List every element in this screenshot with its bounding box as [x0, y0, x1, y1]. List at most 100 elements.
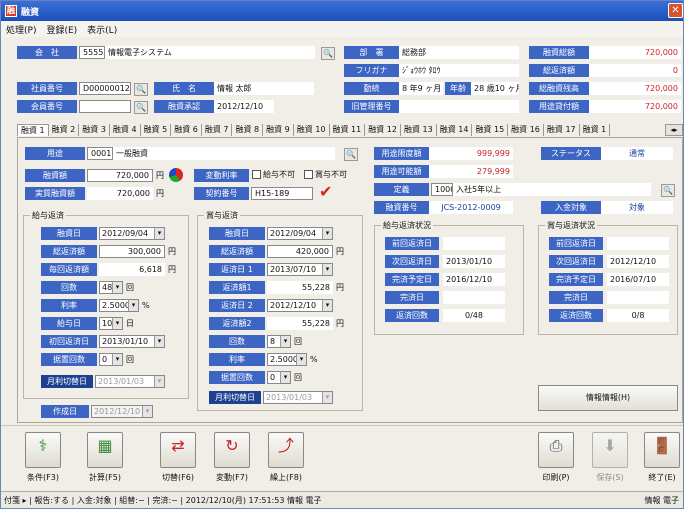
rule-name: 入社5年以上: [453, 183, 651, 196]
salary-each-unit: 円: [168, 265, 176, 274]
company-code-field[interactable]: 5555: [79, 46, 105, 59]
member-number-field[interactable]: [79, 100, 131, 113]
name-value: 情報 太郎: [214, 82, 314, 95]
chevron-down-icon: ▾: [154, 336, 164, 347]
exit-button[interactable]: 🚪: [644, 432, 680, 468]
info-button[interactable]: 情報情報(H): [538, 385, 678, 411]
tab-loan-8[interactable]: 融資 8: [232, 124, 264, 136]
salary-first-date-select[interactable]: 2013/01/10 ▾: [99, 335, 165, 348]
tab-loan-6[interactable]: 融資 6: [171, 124, 202, 136]
chevron-down-icon: ▾: [128, 300, 138, 311]
bon-status-label-2: 完済予定日: [549, 273, 603, 286]
purpose-label: 用途: [25, 147, 85, 160]
employee-search-icon[interactable]: 🔍: [134, 83, 148, 96]
tab-loan-7[interactable]: 融資 7: [202, 124, 233, 136]
contract-number-field[interactable]: H15-189: [251, 187, 313, 200]
pie-chart-icon[interactable]: [169, 168, 183, 182]
purpose-search-icon[interactable]: 🔍: [344, 148, 358, 161]
switch-button[interactable]: ⇄: [160, 432, 196, 468]
save-button[interactable]: ⬇: [592, 432, 628, 468]
tab-loan-14[interactable]: 融資 14: [437, 124, 473, 136]
bonus-total-field[interactable]: 420,000: [267, 245, 333, 258]
purpose-code-field[interactable]: 0001: [87, 147, 113, 160]
rule-code-field[interactable]: 1000: [431, 183, 453, 196]
salary-each-label: 毎回返済額: [41, 263, 97, 276]
sal-status-label-0: 前回返済日: [385, 237, 439, 250]
approval-label: 融資承認: [154, 100, 214, 113]
employee-number-field[interactable]: D000000123: [79, 82, 131, 95]
bonus-rate-value: 2.5000: [270, 355, 298, 364]
save-icon: ⬇: [603, 436, 617, 455]
bonus-rate-select[interactable]: 2.5000 ▾: [267, 353, 307, 366]
tab-loan-17[interactable]: 融資 17: [544, 124, 580, 136]
tab-loan-12[interactable]: 融資 12: [365, 124, 401, 136]
bonus-count-select[interactable]: 8 ▾: [267, 335, 291, 348]
chevron-down-icon: ▾: [112, 354, 122, 365]
condition-button[interactable]: ⚕: [25, 432, 61, 468]
approval-value: 2012/12/10: [214, 100, 274, 113]
salary-loan-date-select[interactable]: 2012/09/04 ▾: [99, 227, 165, 240]
salary-count-select[interactable]: 48 ▾: [99, 281, 123, 294]
bon-status-label-0: 前回返済日: [549, 237, 603, 250]
salary-first-date-value: 2013/01/10: [102, 337, 149, 346]
close-button[interactable]: ✕: [668, 3, 683, 18]
bonus-date2-select[interactable]: 2012/12/10 ▾: [267, 299, 333, 312]
salary-status-title: 給与返済状況: [381, 220, 433, 231]
salary-repayment-title: 給与返済: [30, 210, 66, 221]
salary-day-select[interactable]: 10 ▾: [99, 317, 123, 330]
bonus-date1-label: 返済日 1: [209, 263, 265, 276]
summary-value-2: 720,000: [589, 82, 681, 95]
tab-loan-18[interactable]: 融資 1: [580, 124, 611, 136]
tab-loan-5[interactable]: 融資 5: [141, 124, 172, 136]
menu-process[interactable]: 処理(P): [6, 23, 36, 36]
tab-loan-2[interactable]: 融資 2: [49, 124, 80, 136]
bonus-defer-value: 0: [270, 373, 276, 382]
bonus-count-value: 8: [270, 337, 276, 346]
bon-status-value-0: [607, 237, 669, 250]
salary-defer-unit: 回: [126, 355, 134, 364]
tab-loan-16[interactable]: 融資 16: [508, 124, 544, 136]
early-repay-button[interactable]: ⤴: [268, 432, 304, 468]
bonus-count-label: 回数: [209, 335, 265, 348]
bonus-disallow-checkbox[interactable]: [304, 170, 313, 179]
loan-amount-unit: 円: [156, 171, 164, 180]
tab-loan-13[interactable]: 融資 13: [401, 124, 437, 136]
chevron-down-icon: ▾: [322, 300, 332, 311]
print-button[interactable]: ⎙: [538, 432, 574, 468]
bon-status-label-4: 返済回数: [549, 309, 603, 322]
tab-loan-4[interactable]: 融資 4: [110, 124, 141, 136]
bonus-switch-label: 月利切替日: [209, 391, 261, 404]
tab-loan-11[interactable]: 融資 11: [330, 124, 366, 136]
bonus-rate-unit: %: [310, 355, 318, 364]
tab-loan-15[interactable]: 融資 15: [472, 124, 509, 136]
salary-defer-value: 0: [102, 355, 108, 364]
loan-amount-field[interactable]: 720,000: [87, 169, 153, 182]
bon-status-value-2: 2016/07/10: [607, 273, 669, 286]
calc-button[interactable]: ▦: [87, 432, 123, 468]
bonus-switch-select[interactable]: 2013/01/03 ▾: [263, 391, 333, 404]
bonus-defer-select[interactable]: 0 ▾: [267, 371, 291, 384]
actual-amount-unit: 円: [156, 189, 164, 198]
tab-loan-9[interactable]: 融資 9: [263, 124, 294, 136]
rule-search-icon[interactable]: 🔍: [661, 184, 675, 197]
check-mark-icon[interactable]: ✔: [319, 183, 332, 201]
tab-loan-1[interactable]: 融資 1: [17, 124, 49, 136]
salary-switch-select[interactable]: 2013/01/03 ▾: [95, 375, 165, 388]
bonus-date1-select[interactable]: 2013/07/10 ▾: [267, 263, 333, 276]
change-button[interactable]: ↻: [214, 432, 250, 468]
tab-loan-10[interactable]: 融資 10: [294, 124, 330, 136]
salary-rate-select[interactable]: 2.5000 ▾: [99, 299, 139, 312]
actual-amount-label: 実質融資額: [25, 187, 85, 200]
bonus-loan-date-select[interactable]: 2012/09/04 ▾: [267, 227, 333, 240]
salary-total-field[interactable]: 300,000: [99, 245, 165, 258]
salary-defer-select[interactable]: 0 ▾: [99, 353, 123, 366]
member-search-icon[interactable]: 🔍: [134, 101, 148, 114]
tab-scroll-arrows[interactable]: ◂▸: [665, 124, 683, 136]
salary-disallow-checkbox[interactable]: [252, 170, 261, 179]
menu-view[interactable]: 表示(L): [87, 23, 117, 36]
menu-register[interactable]: 登録(E): [46, 23, 77, 36]
tab-loan-3[interactable]: 融資 3: [79, 124, 110, 136]
bonus-disallow-label: 賞与不可: [315, 170, 347, 179]
summary-value-1: 0: [589, 64, 681, 77]
company-search-icon[interactable]: 🔍: [321, 47, 335, 60]
